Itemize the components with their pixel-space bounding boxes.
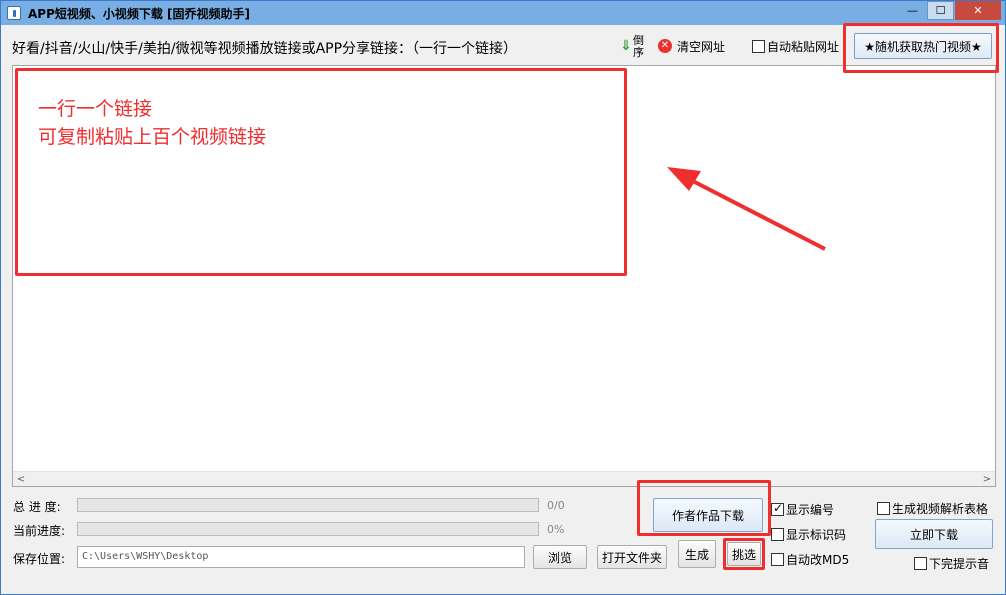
- total-progress-bar: [77, 498, 539, 512]
- window-title: APP短视频、小视频下载 [固乔视频助手]: [28, 7, 251, 21]
- random-hot-video-button[interactable]: ★随机获取热门视频★: [854, 33, 992, 59]
- auto-md5-box[interactable]: [771, 553, 784, 566]
- title-bar[interactable]: APP短视频、小视频下载 [固乔视频助手] — ☐ ✕: [1, 1, 1005, 25]
- total-progress-text: 0/0: [547, 499, 565, 512]
- current-progress-bar: [77, 522, 539, 536]
- save-path-input[interactable]: C:\Users\WSHY\Desktop: [77, 546, 525, 568]
- gen-table-box[interactable]: [877, 502, 890, 515]
- horizontal-scrollbar[interactable]: < >: [13, 471, 995, 486]
- link-textarea[interactable]: 一行一个链接 可复制粘贴上百个视频链接 < >: [12, 65, 996, 487]
- scroll-left-icon[interactable]: <: [13, 472, 29, 486]
- scroll-right-icon[interactable]: >: [979, 472, 995, 486]
- auto-paste-label: 自动粘贴网址: [767, 40, 840, 54]
- author-works-download-button[interactable]: 作者作品下载: [653, 498, 763, 532]
- app-window: APP短视频、小视频下载 [固乔视频助手] — ☐ ✕ 好看/抖音/火山/快手/…: [0, 0, 1006, 595]
- clear-urls-label: 清空网址: [677, 39, 726, 54]
- show-mark-box[interactable]: [771, 528, 784, 541]
- hint-line-1: 一行一个链接: [38, 98, 153, 120]
- reverse-order-label: 倒序: [633, 34, 644, 59]
- auto-md5-label: 自动改MD5: [786, 553, 850, 567]
- show-mark-label: 显示标识码: [786, 528, 847, 542]
- toolbar: 好看/抖音/火山/快手/美拍/微视等视频播放链接或APP分享链接：（一行一个链接…: [2, 27, 1004, 65]
- hint-line-2: 可复制粘贴上百个视频链接: [38, 126, 267, 148]
- clear-urls-button[interactable]: ✕ 清空网址: [658, 37, 725, 55]
- current-progress-text: 0%: [547, 523, 565, 536]
- show-mark-checkbox[interactable]: 显示标识码: [771, 526, 846, 543]
- generate-button[interactable]: 生成: [678, 540, 716, 568]
- clear-icon: ✕: [658, 39, 672, 53]
- finish-sound-checkbox[interactable]: 下完提示音: [914, 555, 989, 572]
- download-now-button[interactable]: 立即下载: [875, 519, 993, 549]
- gen-table-checkbox[interactable]: 生成视频解析表格: [877, 500, 988, 517]
- auto-paste-checkbox[interactable]: 自动粘贴网址: [752, 38, 839, 55]
- pick-button[interactable]: 挑选: [727, 542, 761, 566]
- total-progress-label: 总 进 度:: [13, 500, 61, 514]
- finish-sound-box[interactable]: [914, 557, 927, 570]
- browse-button[interactable]: 浏览: [533, 545, 587, 569]
- current-progress-label: 当前进度:: [13, 524, 66, 538]
- close-button[interactable]: ✕: [955, 1, 1001, 20]
- gen-table-label: 生成视频解析表格: [892, 502, 989, 516]
- app-icon: [7, 6, 21, 20]
- open-folder-button[interactable]: 打开文件夹: [597, 545, 667, 569]
- auto-md5-checkbox[interactable]: 自动改MD5: [771, 551, 849, 568]
- auto-paste-box[interactable]: [752, 40, 765, 53]
- maximize-button[interactable]: ☐: [927, 1, 954, 20]
- show-number-label: 显示编号: [786, 503, 835, 517]
- arrow-down-icon: ⇓: [620, 38, 632, 54]
- minimize-button[interactable]: —: [899, 1, 926, 20]
- save-location-label: 保存位置:: [13, 552, 66, 566]
- finish-sound-label: 下完提示音: [929, 557, 990, 571]
- show-number-box[interactable]: [771, 501, 784, 516]
- link-input-prompt: 好看/抖音/火山/快手/美拍/微视等视频播放链接或APP分享链接：（一行一个链接…: [12, 41, 518, 57]
- reverse-order-button[interactable]: ⇓ 倒序: [618, 33, 650, 61]
- show-number-checkbox[interactable]: 显示编号: [771, 501, 834, 518]
